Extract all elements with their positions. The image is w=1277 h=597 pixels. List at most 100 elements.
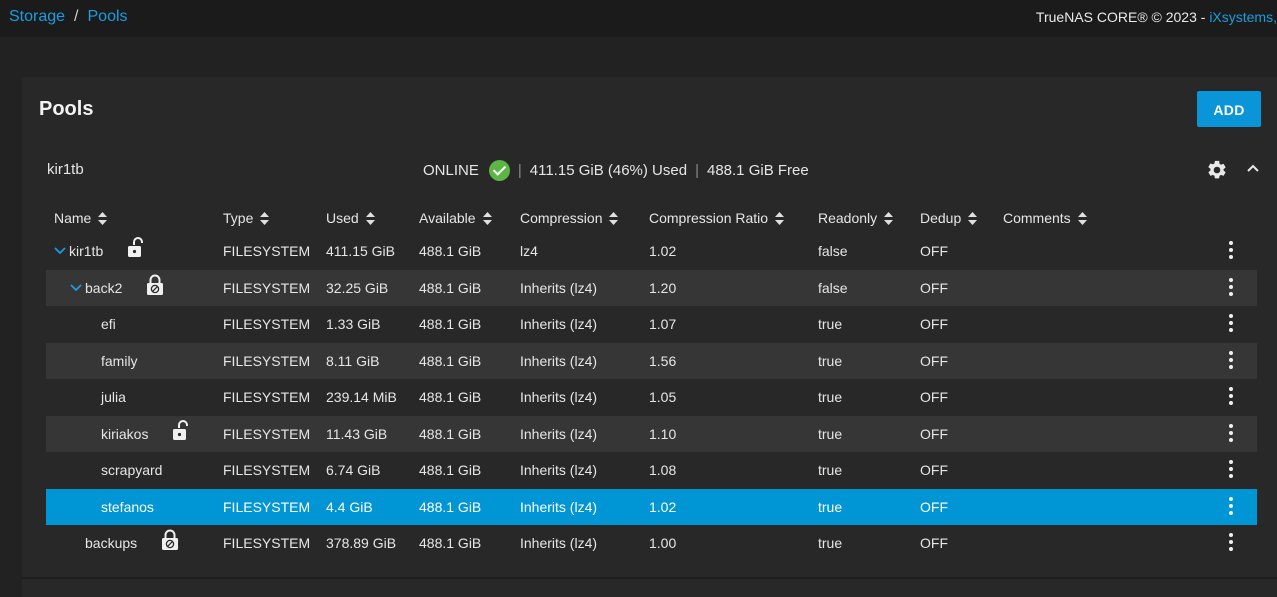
table-row[interactable]: julia FILESYSTEM 239.14 MiB 488.1 GiB Inheri… (46, 379, 1257, 416)
page-title: Pools (39, 98, 94, 120)
column-header-label: Dedup (920, 210, 962, 226)
more-vert-icon[interactable] (1228, 459, 1234, 479)
column-header-readonly[interactable]: Readonly (818, 210, 894, 226)
sort-icon (98, 211, 108, 225)
company-link[interactable]: iXsystems, (1209, 9, 1277, 25)
cell-dedup: OFF (920, 279, 948, 296)
more-vert-icon[interactable] (1228, 277, 1234, 297)
column-header-label: Available (419, 210, 476, 226)
add-button[interactable]: ADD (1197, 91, 1261, 127)
cell-dedup: OFF (920, 352, 948, 369)
lock-slash-icon (161, 529, 179, 551)
cell-dedup: OFF (920, 462, 948, 478)
chevron-down-icon[interactable] (54, 247, 66, 255)
gear-icon[interactable] (1206, 159, 1228, 181)
top-bar: Storage / Pools TrueNAS CORE® © 2023 - iXs… (0, 0, 1277, 37)
cell-used: 239.14 MiB (326, 389, 397, 405)
column-header-used[interactable]: Used (326, 210, 375, 226)
cell-available: 488.1 GiB (419, 389, 482, 405)
pools-panel: Pools ADD kir1tb ONLINE | 411.15 GiB (46… (22, 77, 1277, 597)
sort-icon (1077, 211, 1087, 225)
cell-used: 6.74 GiB (326, 462, 381, 478)
table-row[interactable]: family FILESYSTEM 8.11 GiB 488.1 GiB Inherit… (46, 342, 1257, 379)
dataset-name: kir1tb (69, 243, 104, 259)
cell-available: 488.1 GiB (419, 316, 482, 332)
lock-open-icon[interactable] (172, 419, 190, 442)
cell-type: FILESYSTEM (223, 279, 311, 296)
cell-dedup: OFF (920, 425, 948, 442)
cell-compression-ratio: 1.05 (649, 389, 677, 405)
pool-name: kir1tb (47, 161, 84, 178)
column-header-comments[interactable]: Comments (1003, 210, 1087, 226)
table-row[interactable]: efi FILESYSTEM 1.33 GiB 488.1 GiB Inherits (… (46, 306, 1257, 343)
chevron-up-icon[interactable] (1245, 160, 1261, 176)
table-body: kir1tb FILESYSTEM 411.15 GiB 488.1 GiB lz4 1.… (46, 233, 1257, 562)
cell-readonly: false (818, 243, 848, 259)
cell-readonly: true (818, 498, 843, 515)
column-header-label: Type (223, 210, 254, 226)
datasets-table: Name Type Used Available Compression Compress… (46, 205, 1257, 562)
more-vert-icon[interactable] (1228, 350, 1234, 370)
cell-compression: Inherits (lz4) (520, 498, 598, 515)
column-header-dedup[interactable]: Dedup (920, 210, 978, 226)
cell-available: 488.1 GiB (419, 279, 482, 296)
more-vert-icon[interactable] (1228, 313, 1234, 333)
cell-compression: Inherits (lz4) (520, 535, 598, 551)
sort-icon (482, 211, 492, 225)
dataset-name-cell: scrapyard (101, 462, 162, 478)
cell-compression: Inherits (lz4) (520, 425, 598, 442)
table-row[interactable]: scrapyard FILESYSTEM 6.74 GiB 488.1 GiB Inhe… (46, 452, 1257, 489)
table-row[interactable]: backups FILESYSTEM 378.89 GiB 488.1 GiB Inhe… (46, 525, 1257, 562)
more-vert-icon[interactable] (1228, 240, 1234, 260)
cell-used: 8.11 GiB (326, 352, 380, 369)
cell-type: FILESYSTEM (223, 243, 311, 259)
column-header-label: Readonly (818, 210, 878, 226)
cell-compression-ratio: 1.02 (649, 498, 677, 515)
cell-dedup: OFF (920, 498, 948, 515)
cell-available: 488.1 GiB (419, 243, 482, 259)
breadcrumb-storage[interactable]: Storage (9, 8, 65, 25)
cell-used: 1.33 GiB (326, 316, 381, 332)
column-header-type[interactable]: Type (223, 210, 270, 226)
column-header-compression-ratio[interactable]: Compression Ratio (649, 210, 785, 226)
cell-type: FILESYSTEM (223, 425, 311, 442)
cell-dedup: OFF (920, 316, 948, 332)
table-row[interactable]: kiriakos FILESYSTEM 11.43 GiB 488.1 GiB Inhe… (46, 415, 1257, 452)
cell-available: 488.1 GiB (419, 352, 482, 369)
more-vert-icon[interactable] (1228, 532, 1234, 552)
table-row[interactable]: back2 FILESYSTEM 32.25 GiB 488.1 GiB Inherit… (46, 269, 1257, 306)
dataset-name: stefanos (101, 498, 154, 515)
dataset-name-cell: family (101, 353, 138, 369)
column-header-compression[interactable]: Compression (520, 210, 619, 226)
more-vert-icon[interactable] (1228, 423, 1234, 443)
pool-header: kir1tb ONLINE | 411.15 GiB (46%) Used | … (22, 150, 1277, 190)
cell-compression-ratio: 1.08 (649, 462, 677, 478)
dataset-name: family (101, 352, 138, 369)
column-header-name[interactable]: Name (54, 210, 108, 226)
pool-used: 411.15 GiB (46%) Used (529, 162, 688, 179)
cell-type: FILESYSTEM (223, 316, 311, 332)
cell-compression: Inherits (lz4) (520, 389, 598, 405)
cell-compression-ratio: 1.10 (649, 425, 677, 442)
table-row[interactable]: stefanos FILESYSTEM 4.4 GiB 488.1 GiB Inheri… (46, 488, 1257, 525)
lock-open-icon[interactable] (127, 237, 145, 259)
breadcrumb: Storage / Pools (9, 8, 128, 26)
more-vert-icon[interactable] (1228, 496, 1234, 516)
chevron-down-icon[interactable] (70, 283, 82, 292)
dataset-name-cell: efi (101, 316, 116, 332)
cell-compression: lz4 (520, 243, 538, 259)
cell-compression: Inherits (lz4) (520, 316, 598, 332)
cell-compression-ratio: 1.20 (649, 279, 677, 296)
breadcrumb-pools[interactable]: Pools (88, 8, 128, 25)
cell-type: FILESYSTEM (223, 535, 311, 551)
cell-available: 488.1 GiB (419, 535, 482, 551)
divider (22, 577, 1277, 579)
column-header-available[interactable]: Available (419, 210, 492, 226)
dataset-name: back2 (85, 279, 123, 296)
sort-icon (775, 211, 785, 225)
table-row[interactable]: kir1tb FILESYSTEM 411.15 GiB 488.1 GiB lz4 1.… (46, 233, 1257, 270)
sort-icon (260, 211, 270, 225)
lock-slash-icon (146, 274, 164, 296)
more-vert-icon[interactable] (1228, 386, 1234, 406)
breadcrumb-separator: / (74, 8, 79, 25)
